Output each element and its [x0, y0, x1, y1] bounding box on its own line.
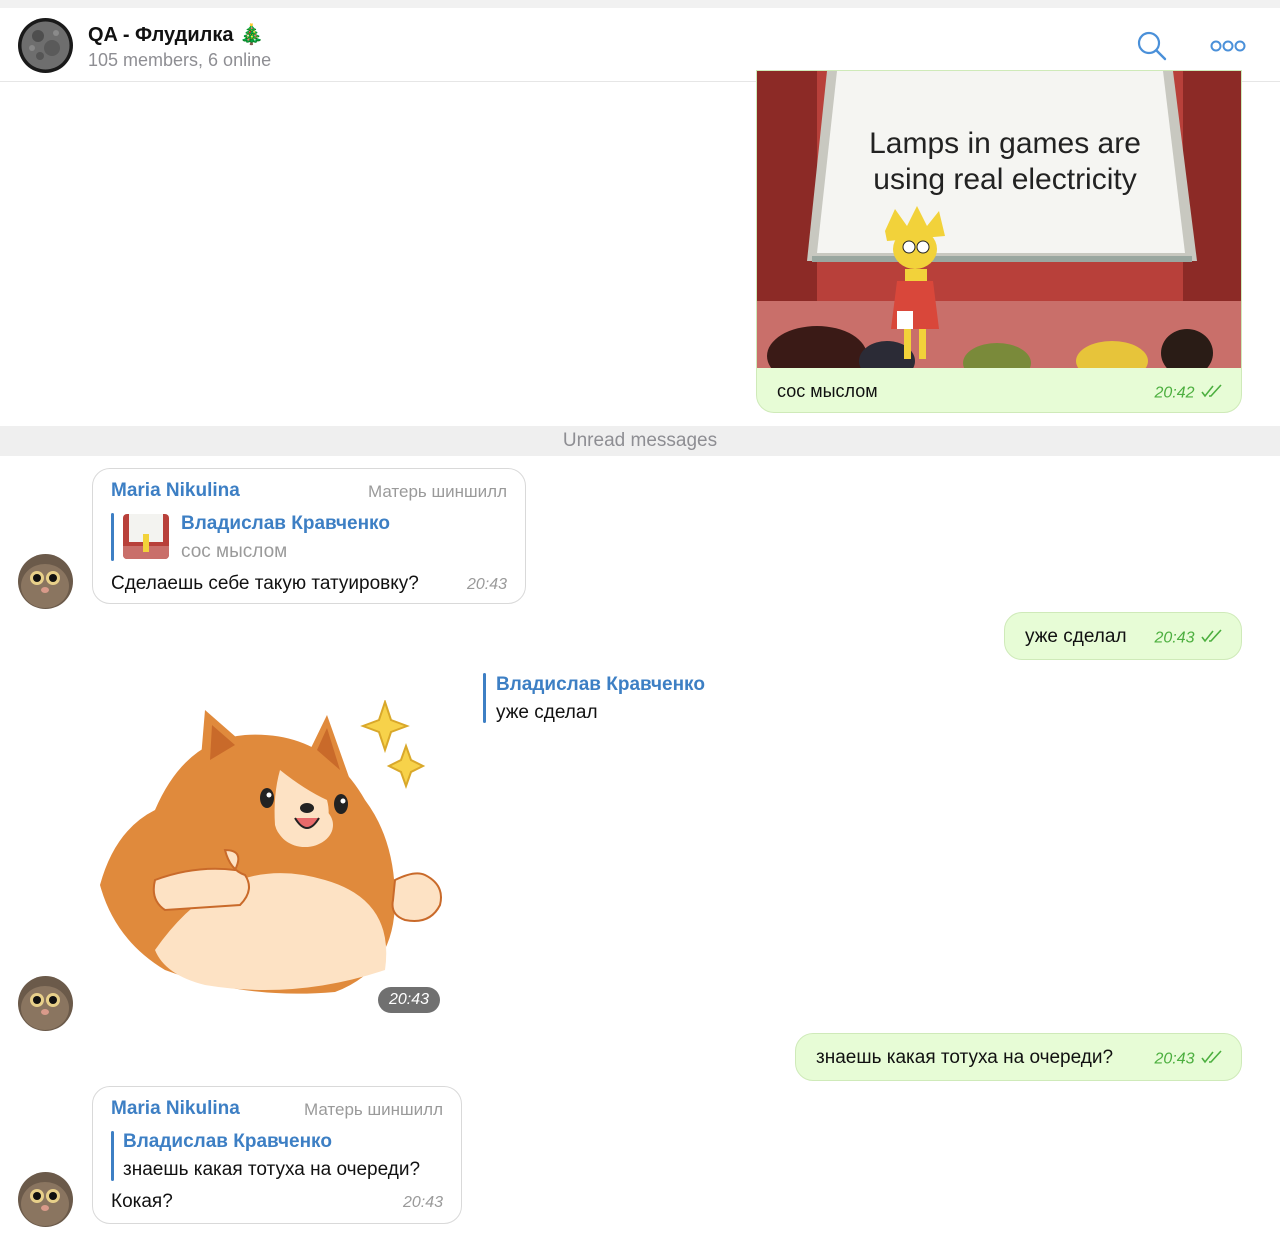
message-time: 20:43	[402, 1194, 443, 1211]
time-text: 20:42	[1154, 384, 1195, 402]
message-out[interactable]: знаешь какая тотуха на очереди? 20:43	[795, 1033, 1242, 1081]
avatar[interactable]	[18, 1172, 73, 1227]
meme-image[interactable]: Lamps in games are using real electricit…	[757, 71, 1241, 386]
chat-avatar-moon[interactable]	[18, 18, 73, 73]
reply-bar	[483, 673, 486, 723]
reply-text: знаешь какая тотуха на очереди?	[123, 1159, 421, 1180]
sticker-corgi[interactable]: 20:43	[95, 698, 450, 1013]
reply-name[interactable]: Владислав Кравченко	[496, 674, 705, 696]
chat-title-text: QA - Флудилка	[88, 24, 234, 46]
time-text: 20:43	[1154, 629, 1195, 647]
message-in[interactable]: Maria Nikulina Матерь шиншилл Владислав …	[92, 468, 526, 604]
message-time: 20:43	[466, 576, 507, 593]
reply-name: Владислав Кравченко	[181, 513, 390, 534]
sender-name[interactable]: Maria Nikulina	[111, 1098, 240, 1120]
more-icon[interactable]	[1210, 34, 1246, 58]
double-check-icon	[1201, 1050, 1223, 1069]
reply-text: сос мыслом	[181, 541, 288, 562]
message-text: знаешь какая тотуха на очереди?	[816, 1047, 1114, 1068]
message-out-photo[interactable]: Lamps in games are using real electricit…	[756, 70, 1242, 413]
double-check-icon	[1201, 629, 1223, 648]
message-caption: сос мыслом	[777, 381, 878, 401]
message-in[interactable]: Maria Nikulina Матерь шиншилл Владислав …	[92, 1086, 462, 1224]
reply-bar	[111, 513, 114, 561]
top-strip	[0, 0, 1280, 8]
sender-name[interactable]: Maria Nikulina	[111, 480, 240, 502]
message-time: 20:42	[1155, 384, 1224, 403]
reply-text: уже сделал	[496, 702, 598, 723]
message-text: Кокая?	[111, 1191, 173, 1212]
avatar[interactable]	[18, 976, 73, 1031]
reply-name: Владислав Кравченко	[123, 1131, 332, 1152]
search-icon[interactable]	[1136, 30, 1168, 62]
chat-title[interactable]: QA - Флудилка 🎄	[88, 22, 264, 47]
message-text: Сделаешь себе такую татуировку?	[111, 573, 419, 594]
chat-subtitle: 105 members, 6 online	[88, 50, 272, 70]
reply-thumbnail	[123, 514, 169, 559]
unread-divider: Unread messages	[0, 426, 1280, 456]
message-time: 20:43	[1155, 1050, 1224, 1069]
meme-text-1: Lamps in games are	[869, 127, 1141, 160]
tree-emoji: 🎄	[239, 24, 264, 46]
meme-text-2: using real electricity	[873, 163, 1136, 196]
message-out[interactable]: уже сделал 20:43	[1004, 612, 1242, 660]
avatar[interactable]	[18, 554, 73, 609]
reply-bar	[111, 1131, 114, 1181]
double-check-icon	[1201, 384, 1223, 403]
sender-role: Матерь шиншилл	[303, 1100, 443, 1119]
sender-role: Матерь шиншилл	[367, 482, 507, 501]
message-time: 20:43	[1155, 629, 1224, 648]
message-text: уже сделал	[1025, 626, 1127, 647]
sticker-time-badge: 20:43	[378, 987, 440, 1013]
time-text: 20:43	[1154, 1050, 1195, 1068]
